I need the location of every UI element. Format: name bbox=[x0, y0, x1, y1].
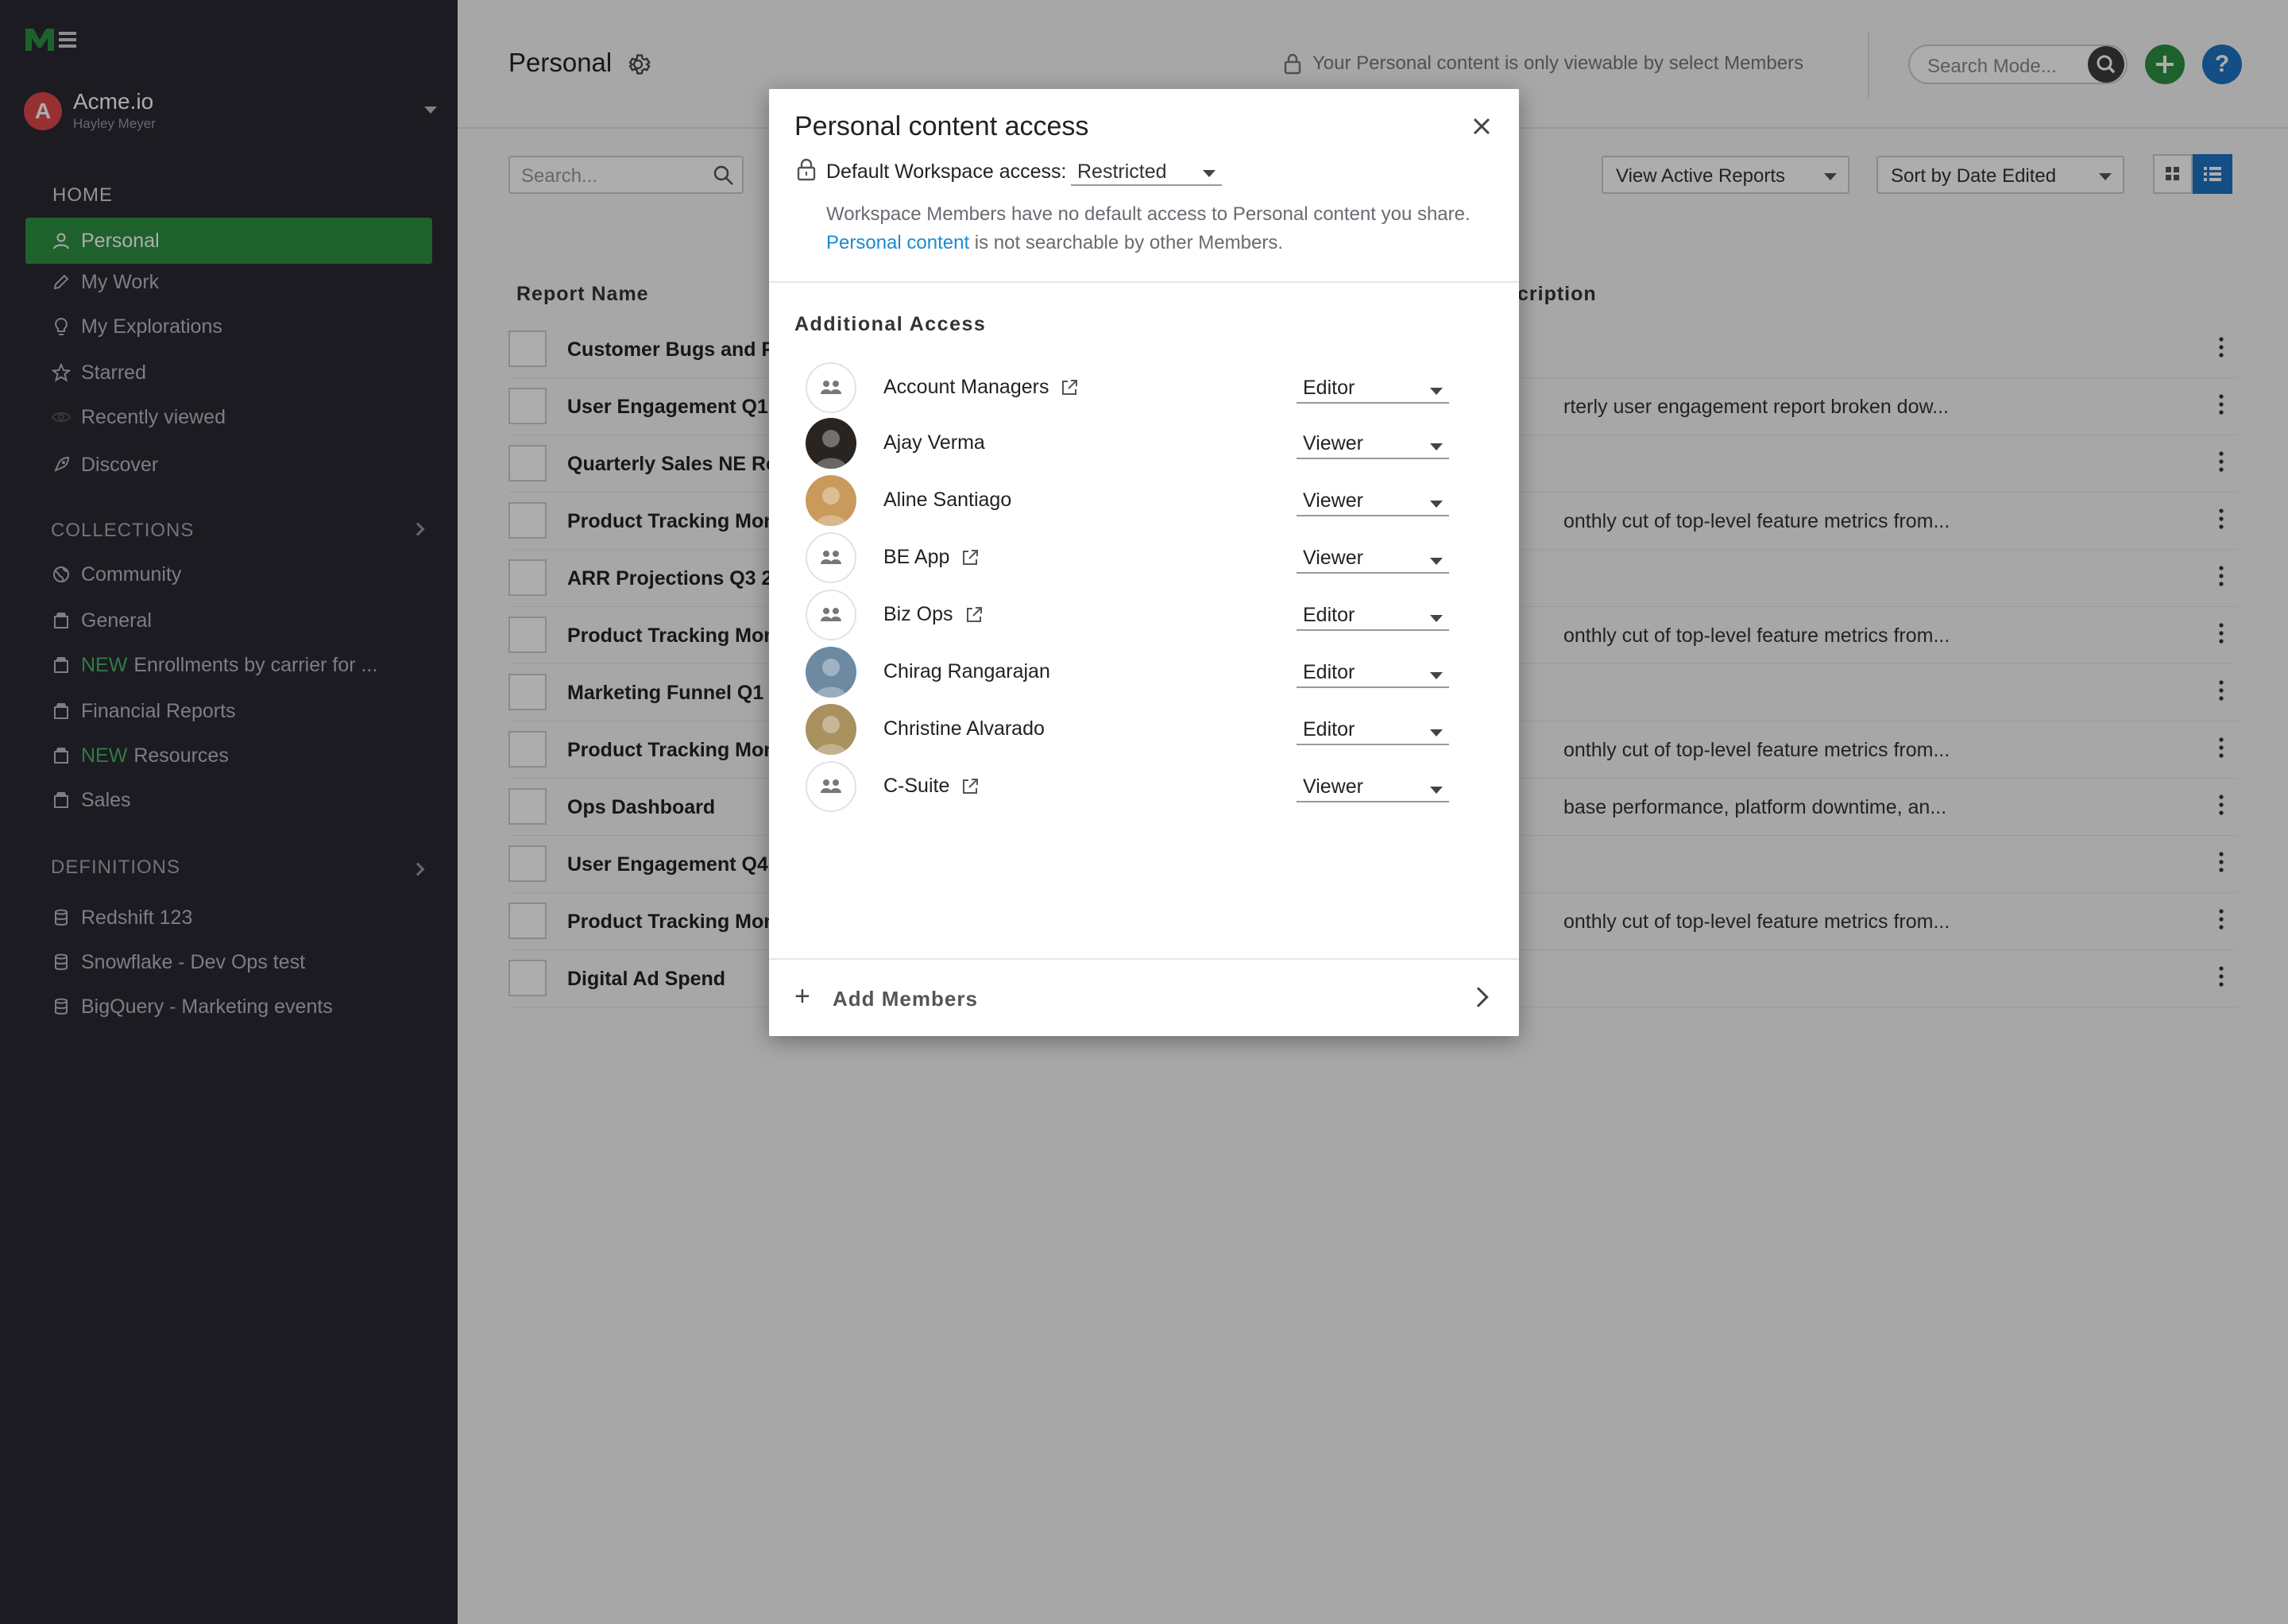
member-row: Chirag Rangarajan Editor bbox=[806, 645, 1473, 699]
caret-down-icon bbox=[1430, 501, 1443, 508]
caret-down-icon bbox=[1430, 615, 1443, 622]
role-select[interactable]: Editor bbox=[1297, 372, 1449, 404]
member-name[interactable]: Biz Ops bbox=[883, 603, 984, 626]
role-select[interactable]: Viewer bbox=[1297, 542, 1449, 574]
chevron-right-icon bbox=[1468, 987, 1489, 1007]
group-icon bbox=[806, 761, 856, 812]
add-members-button[interactable]: + Add Members bbox=[794, 982, 1494, 1014]
external-link-icon[interactable] bbox=[960, 548, 980, 567]
member-row: Biz Ops Editor bbox=[806, 588, 1473, 642]
role-select[interactable]: Editor bbox=[1297, 599, 1449, 631]
description-text: Workspace Members have no default access… bbox=[826, 203, 1471, 225]
member-row: BE App Viewer bbox=[806, 531, 1473, 585]
role-value: Editor bbox=[1303, 604, 1355, 626]
role-value: Viewer bbox=[1303, 547, 1363, 569]
role-select[interactable]: Editor bbox=[1297, 656, 1449, 688]
caret-down-icon bbox=[1430, 443, 1443, 450]
close-icon[interactable] bbox=[1468, 113, 1495, 140]
role-value: Viewer bbox=[1303, 775, 1363, 798]
member-name-text: Christine Alvarado bbox=[883, 717, 1045, 740]
member-name-text: Biz Ops bbox=[883, 603, 953, 625]
group-icon bbox=[806, 362, 856, 413]
default-access-select[interactable]: Restricted bbox=[1071, 157, 1222, 186]
member-row: Aline Santiago Viewer bbox=[806, 474, 1473, 528]
member-row: Account Managers Editor bbox=[806, 361, 1473, 415]
plus-icon: + bbox=[794, 981, 811, 1011]
role-select[interactable]: Viewer bbox=[1297, 485, 1449, 516]
access-description: Workspace Members have no default access… bbox=[826, 200, 1478, 257]
member-name[interactable]: C-Suite bbox=[883, 775, 980, 798]
member-name-text: Ajay Verma bbox=[883, 431, 985, 454]
avatar bbox=[806, 647, 856, 698]
lock-icon bbox=[796, 157, 817, 181]
avatar bbox=[806, 418, 856, 469]
divider bbox=[769, 281, 1519, 283]
member-name-text: Account Managers bbox=[883, 376, 1049, 398]
member-row: C-Suite Viewer bbox=[806, 760, 1473, 814]
group-icon bbox=[806, 532, 856, 583]
group-icon bbox=[806, 590, 856, 640]
member-row: Ajay Verma Viewer bbox=[806, 416, 1473, 470]
add-members-label: Add Members bbox=[833, 987, 978, 1011]
role-select[interactable]: Viewer bbox=[1297, 427, 1449, 459]
role-value: Viewer bbox=[1303, 432, 1363, 454]
member-name: Christine Alvarado bbox=[883, 717, 1045, 740]
member-name-text: Aline Santiago bbox=[883, 489, 1012, 511]
caret-down-icon bbox=[1430, 787, 1443, 794]
caret-down-icon bbox=[1203, 170, 1216, 177]
member-name: Ajay Verma bbox=[883, 431, 985, 454]
member-name[interactable]: BE App bbox=[883, 546, 980, 569]
caret-down-icon bbox=[1430, 672, 1443, 679]
role-value: Editor bbox=[1303, 718, 1355, 740]
member-name-text: BE App bbox=[883, 546, 950, 568]
member-name[interactable]: Account Managers bbox=[883, 376, 1079, 399]
modal-title: Personal content access bbox=[794, 111, 1089, 141]
role-value: Viewer bbox=[1303, 489, 1363, 512]
member-name-text: C-Suite bbox=[883, 775, 950, 797]
caret-down-icon bbox=[1430, 388, 1443, 395]
external-link-icon[interactable] bbox=[960, 777, 980, 796]
additional-access-heading: Additional Access bbox=[794, 313, 987, 335]
default-access-value: Restricted bbox=[1077, 160, 1167, 183]
personal-content-access-modal: Personal content access Default Workspac… bbox=[769, 89, 1519, 1036]
external-link-icon[interactable] bbox=[964, 605, 984, 624]
member-row: Christine Alvarado Editor bbox=[806, 702, 1473, 756]
role-value: Editor bbox=[1303, 377, 1355, 399]
default-access-label: Default Workspace access: bbox=[826, 160, 1067, 183]
role-select[interactable]: Editor bbox=[1297, 713, 1449, 745]
external-link-icon[interactable] bbox=[1060, 378, 1079, 397]
description-text-2: is not searchable by other Members. bbox=[974, 232, 1283, 253]
role-select[interactable]: Viewer bbox=[1297, 771, 1449, 802]
caret-down-icon bbox=[1430, 558, 1443, 565]
avatar bbox=[806, 704, 856, 755]
divider bbox=[769, 958, 1519, 960]
member-name-text: Chirag Rangarajan bbox=[883, 660, 1050, 682]
avatar bbox=[806, 475, 856, 526]
member-name: Aline Santiago bbox=[883, 489, 1011, 512]
personal-content-link[interactable]: Personal content bbox=[826, 232, 969, 253]
member-name: Chirag Rangarajan bbox=[883, 660, 1050, 683]
caret-down-icon bbox=[1430, 729, 1443, 737]
role-value: Editor bbox=[1303, 661, 1355, 683]
